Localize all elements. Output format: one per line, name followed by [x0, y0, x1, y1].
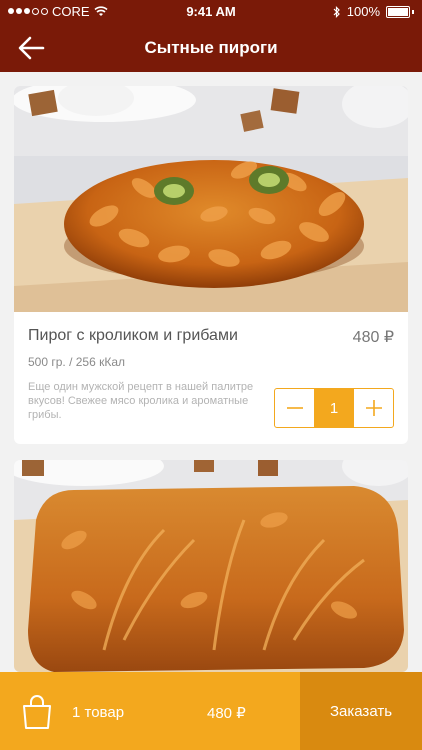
status-bar: CORE 9:41 AM 100%: [0, 0, 422, 24]
battery-icon: [386, 5, 410, 18]
plus-icon: [365, 400, 382, 416]
quantity-value: 1: [314, 389, 354, 427]
cart-count: 1 товар: [72, 704, 125, 721]
top-bar: CORE 9:41 AM 100% Сытные пироги: [0, 0, 422, 72]
product-card[interactable]: Пирог с кроликом и грибами 480 ₽ 500 гр.…: [14, 86, 408, 444]
oval-pie-photo: [14, 86, 408, 312]
product-price: 480 ₽: [352, 329, 394, 346]
cart-total: 480 ₽: [207, 705, 246, 722]
rectangular-pie-photo: [14, 460, 408, 672]
product-name: Пирог с кроликом и грибами: [28, 327, 238, 344]
increase-button[interactable]: [354, 389, 393, 427]
nav-bar: Сытные пироги: [0, 24, 422, 72]
cart-bar[interactable]: 1 товар 480 ₽ Заказать: [0, 672, 422, 750]
product-weight: 500 гр. / 256 кКал: [28, 355, 126, 369]
product-card[interactable]: [14, 460, 408, 672]
quantity-stepper: 1: [274, 388, 394, 428]
battery-percent: 100%: [346, 4, 380, 19]
minus-icon: [286, 407, 303, 409]
product-description: Еще один мужской рецепт в нашей палитре …: [28, 381, 254, 421]
order-button[interactable]: Заказать: [300, 672, 422, 750]
shopping-bag-icon: [23, 695, 51, 729]
bluetooth-icon: [333, 5, 340, 18]
decrease-button[interactable]: [275, 389, 314, 427]
page-title: Сытные пироги: [144, 38, 278, 57]
